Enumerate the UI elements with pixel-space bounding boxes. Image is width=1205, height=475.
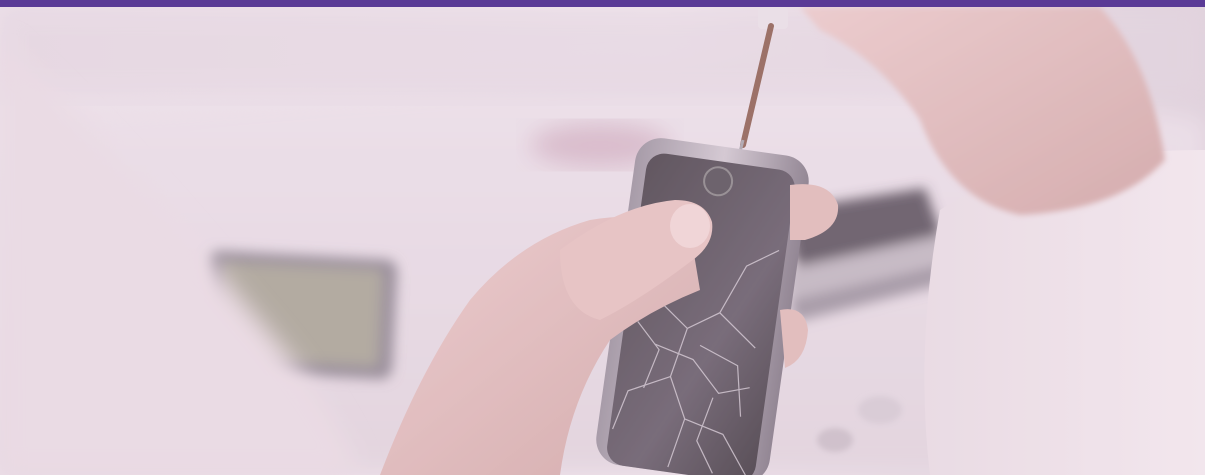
- hero-banner: [0, 0, 1205, 475]
- top-accent-bar: [0, 0, 1205, 7]
- hero-photo: [0, 0, 1205, 475]
